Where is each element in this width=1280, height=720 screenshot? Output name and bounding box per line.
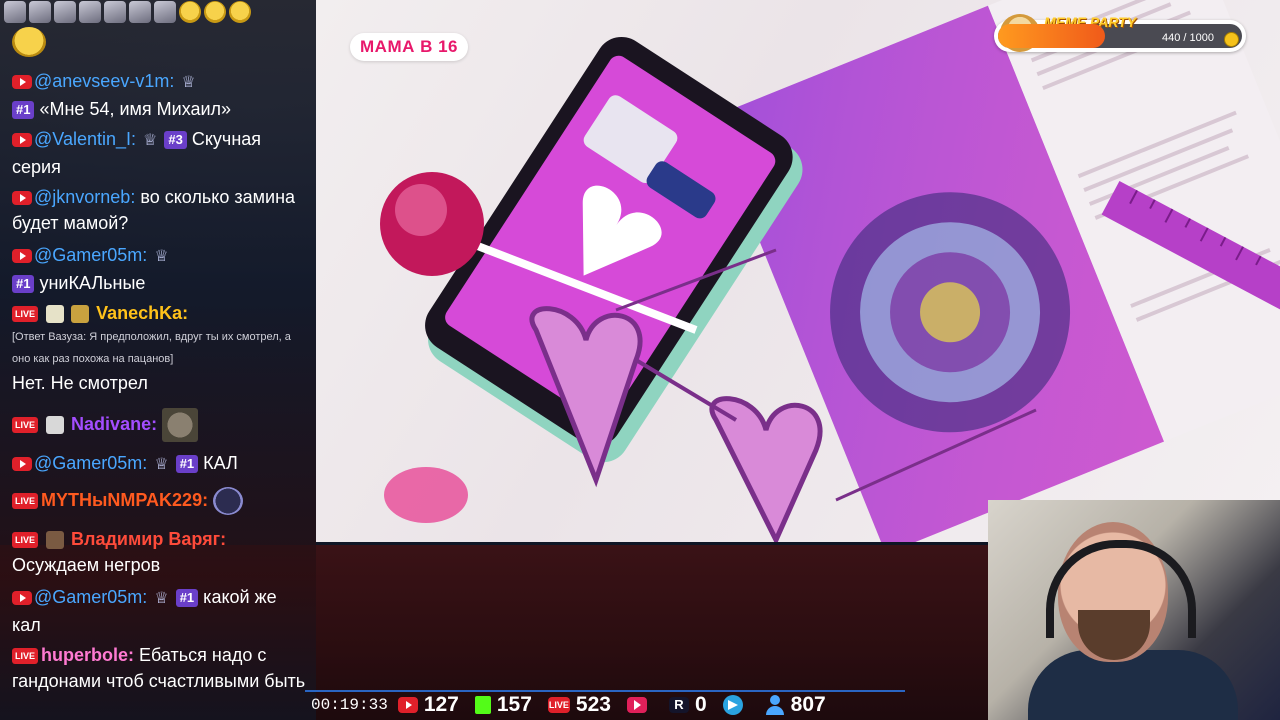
smile-emote xyxy=(204,1,226,23)
chat-username[interactable]: @jknvorneb: xyxy=(34,187,135,207)
cup-icon xyxy=(46,305,65,324)
cat-emote xyxy=(162,408,199,442)
rank-badge: #1 xyxy=(12,101,35,120)
smile-emote xyxy=(179,1,201,23)
live-icon: LIVE xyxy=(547,697,570,713)
coin-icon xyxy=(1224,32,1239,47)
avatar xyxy=(46,531,65,550)
nerd-emoji-icon xyxy=(12,27,46,57)
chat-message: LIVE MYTHыNMPAK229: xyxy=(12,487,307,516)
live-badge: LIVE xyxy=(12,493,39,510)
youtube-icon xyxy=(12,133,32,148)
chat-message: @jknvorneb: во сколько замина будет мамо… xyxy=(12,184,307,236)
live-badge: LIVE xyxy=(12,648,39,665)
girl-emote xyxy=(54,1,76,23)
rutube-count: 0 xyxy=(694,693,707,716)
feather-icon xyxy=(46,416,65,434)
girl-emote xyxy=(29,1,51,23)
chat-message: LIVE huperbole: Ебаться надо с гандонами … xyxy=(12,642,307,694)
chat-username[interactable]: @Valentin_I: xyxy=(34,129,136,149)
crown-icon: ♕ xyxy=(154,248,169,265)
chat-username[interactable]: Владимир Варяг: xyxy=(71,529,226,549)
crown-icon: ♕ xyxy=(154,456,169,473)
chat-message: @Gamer05m: ♕ #1 какой же кал xyxy=(12,584,307,638)
live-badge: LIVE xyxy=(12,532,39,549)
rutube-icon: R xyxy=(668,697,689,713)
youtube-icon xyxy=(12,457,32,472)
chat-username[interactable]: @anevseev-v1m: xyxy=(34,71,174,91)
stream-timer: 00:19:33 xyxy=(311,696,388,714)
play-icon xyxy=(626,697,647,713)
chat-username[interactable]: @Gamer05m: xyxy=(34,453,147,473)
user-icon xyxy=(765,695,785,715)
stat-play xyxy=(626,697,653,713)
live-badge: LIVE xyxy=(12,306,39,323)
show-title-badge: МАМА В 16 xyxy=(350,33,469,61)
live-badge: LIVE xyxy=(12,417,39,433)
chat-username[interactable]: @Gamer05m: xyxy=(34,245,147,265)
chat-message: LIVE Nadivane: xyxy=(12,408,307,442)
video-player[interactable] xyxy=(316,0,1280,542)
youtube-icon xyxy=(397,697,418,713)
stat-telegram xyxy=(722,695,749,715)
reply-note: [Ответ Вазуза: Я предположил, вдруг ты и… xyxy=(12,331,291,365)
chat-message: LIVE VanechKa: [Ответ Вазуза: Я предполо… xyxy=(12,300,307,396)
webcam-feed xyxy=(988,500,1280,720)
chat-text: КАЛ xyxy=(203,453,238,473)
girl-emote xyxy=(104,1,126,23)
video-frame xyxy=(380,0,1280,542)
crown-icon: ♕ xyxy=(154,590,169,607)
chat-message: @Valentin_I: ♕ #3 Скучная серия xyxy=(12,126,307,180)
chat-username[interactable]: VanechKa: xyxy=(96,303,188,323)
youtube-icon xyxy=(12,249,32,264)
chat-username[interactable]: Nadivane: xyxy=(71,414,157,434)
girl-emote xyxy=(129,1,151,23)
chat-username[interactable]: MYTHыNMPAK229: xyxy=(41,490,208,510)
smile-emote xyxy=(229,1,251,23)
kick-icon xyxy=(474,696,491,714)
stat-rutube: R 0 xyxy=(668,693,707,717)
rank-badge: #1 xyxy=(175,589,199,608)
chat-text: Нет. Не смотрел xyxy=(12,373,148,393)
rank-badge: #3 xyxy=(164,131,187,150)
girl-emote xyxy=(79,1,101,23)
live-count: 523 xyxy=(575,693,611,716)
chat-text: униКАЛьные xyxy=(39,273,146,293)
chat-username[interactable]: huperbole: xyxy=(41,645,134,665)
dice-emote xyxy=(213,487,244,516)
viewer-count: 807 xyxy=(790,693,826,716)
emote-strip xyxy=(0,0,316,24)
girl-emote xyxy=(4,1,26,23)
chat-panel[interactable]: @anevseev-v1m: ♕ #1 «Мне 54, имя Михаил»… xyxy=(0,0,316,720)
kick-count: 157 xyxy=(496,693,532,716)
rank-badge: #1 xyxy=(175,455,199,474)
chat-message: @Gamer05m: ♕ #1 униКАЛьные xyxy=(12,242,307,296)
chat-text: «Мне 54, имя Михаил» xyxy=(39,99,232,119)
youtube-icon xyxy=(12,591,32,606)
youtube-icon xyxy=(12,191,32,206)
stat-youtube: 127 xyxy=(397,693,459,717)
crown-icon: ♕ xyxy=(143,132,158,149)
girl-emote xyxy=(154,1,176,23)
stream-stats-bar: 00:19:33 127 157 LIVE 523 R 0 807 xyxy=(305,690,905,720)
crown-icon: ♕ xyxy=(181,74,196,91)
cat-badge-icon xyxy=(71,305,90,324)
chat-message: @Gamer05m: ♕ #1 КАЛ xyxy=(12,450,307,478)
telegram-icon xyxy=(722,695,743,715)
chat-text: Осуждаем негров xyxy=(12,555,161,575)
meme-party-progress xyxy=(998,24,1106,48)
stat-viewers: 807 xyxy=(765,693,826,717)
rank-badge: #1 xyxy=(12,275,35,294)
chat-username[interactable]: @Gamer05m: xyxy=(34,587,147,607)
meme-party-count: 440 / 1000 xyxy=(1162,32,1214,44)
youtube-icon xyxy=(12,75,32,90)
stat-kick: 157 xyxy=(474,693,532,717)
chat-message: LIVE Владимир Варяг: Осуждаем негров xyxy=(12,526,307,578)
stat-live: LIVE 523 xyxy=(547,693,611,717)
chat-message: @anevseev-v1m: ♕ #1 «Мне 54, имя Михаил» xyxy=(12,68,307,122)
streamer-shirt xyxy=(1028,650,1238,720)
youtube-count: 127 xyxy=(423,693,459,716)
